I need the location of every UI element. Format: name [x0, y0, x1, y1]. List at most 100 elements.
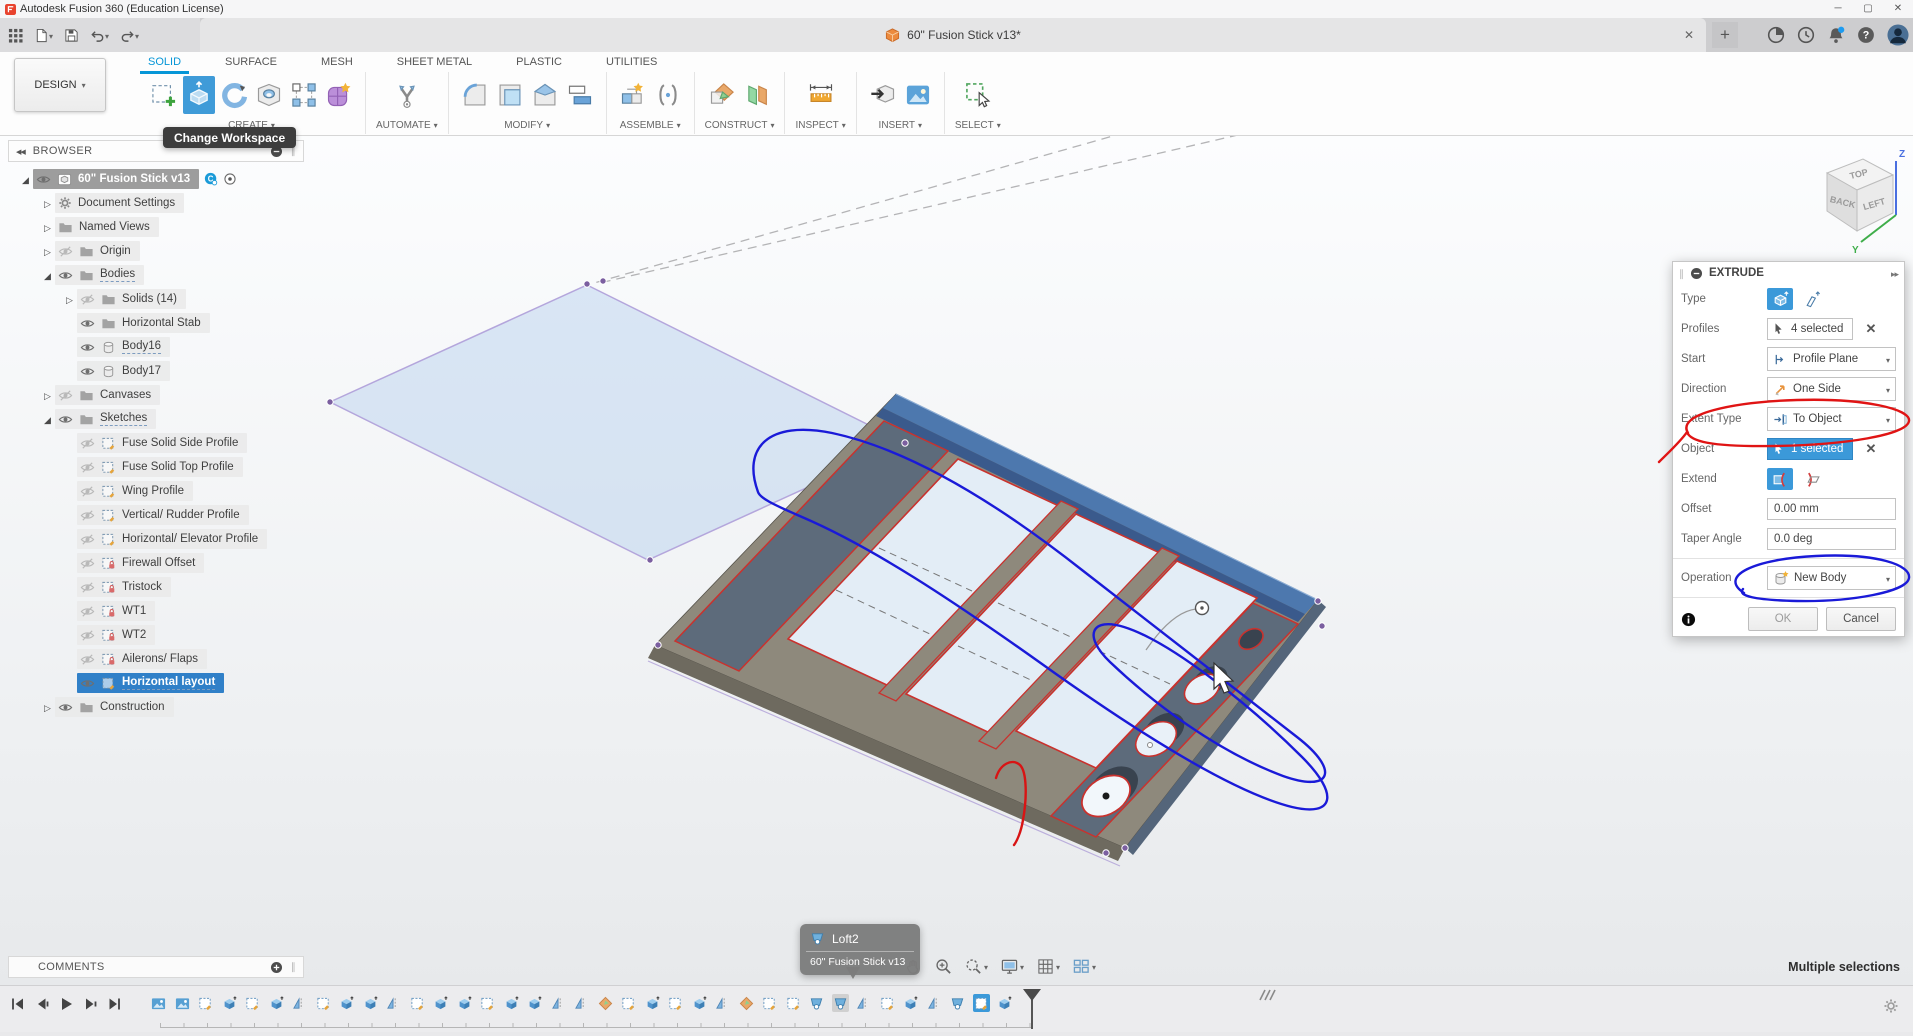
collapse-arrow-icon[interactable] [40, 266, 55, 284]
dropdown-caret-icon[interactable] [1886, 569, 1890, 587]
workspace-tab-mesh[interactable]: MESH [319, 54, 355, 74]
collapse-arrow-icon[interactable] [18, 170, 33, 188]
timeline-item-extrude[interactable] [221, 994, 238, 1012]
fillet-button[interactable] [459, 76, 491, 114]
dialog-grip-icon[interactable] [1679, 264, 1684, 282]
eye-on-icon[interactable] [58, 700, 73, 715]
eye-off-icon[interactable] [80, 484, 95, 499]
timeline-item-extrude[interactable] [456, 994, 473, 1012]
tree-item[interactable]: Tristock [77, 577, 171, 597]
tree-item[interactable]: Named Views [55, 217, 159, 237]
grid-icon-button[interactable] [1037, 957, 1060, 975]
timeline-item-sketch[interactable] [785, 994, 802, 1012]
tree-row-vertical-rudder-profile[interactable]: Vertical/ Rudder Profile [8, 503, 304, 527]
undo-button[interactable] [90, 26, 109, 44]
dropdown-caret-icon[interactable] [1886, 410, 1890, 428]
tree-row-bodies[interactable]: Bodies [8, 263, 304, 287]
eye-off-icon[interactable] [80, 292, 95, 307]
caret-down-icon[interactable] [1056, 957, 1060, 975]
eye-off-icon[interactable] [80, 580, 95, 595]
dialog-dock-icon[interactable] [1891, 264, 1898, 282]
timeline-item-loft[interactable] [832, 994, 849, 1012]
extend-faces-option[interactable] [1767, 468, 1793, 490]
tree-row-origin[interactable]: Origin [8, 239, 304, 263]
timeline-item-extrude[interactable] [644, 994, 661, 1012]
tree-row-horizontal-stab[interactable]: Horizontal Stab [8, 311, 304, 335]
eye-off-icon[interactable] [80, 508, 95, 523]
tree-item[interactable]: Horizontal Stab [77, 313, 210, 333]
help-icon[interactable]: ? [1857, 26, 1875, 44]
workspace-tab-surface[interactable]: SURFACE [223, 54, 279, 74]
extrude-dialog[interactable]: EXTRUDE TypeProfiles4 selectedStartProfi… [1672, 261, 1905, 637]
construction-plane-button[interactable] [706, 76, 738, 114]
tree-row-horizontal-elevator-profile[interactable]: Horizontal/ Elevator Profile [8, 527, 304, 551]
tree-row-wt1[interactable]: WT1 [8, 599, 304, 623]
timeline-item-sketch[interactable] [197, 994, 214, 1012]
extrude-solid-option[interactable] [1767, 288, 1793, 310]
info-icon[interactable] [1681, 612, 1696, 627]
dropdown-caret-icon[interactable] [1886, 380, 1890, 398]
eye-on-icon[interactable] [58, 412, 73, 427]
eye-off-icon[interactable] [80, 436, 95, 451]
tree-row-construction[interactable]: Construction [8, 695, 304, 719]
tree-row-body17[interactable]: Body17 [8, 359, 304, 383]
save-button[interactable] [64, 28, 79, 43]
view-cube[interactable]: TOP BACK LEFT Z Y [1805, 143, 1905, 258]
tree-item[interactable]: Wing Profile [77, 481, 193, 501]
offset-plane-button[interactable] [741, 76, 773, 114]
collapse-arrow-icon[interactable] [40, 410, 55, 428]
timeline-item-sketch[interactable] [620, 994, 637, 1012]
eye-off-icon[interactable] [58, 388, 73, 403]
canvas-insert-button[interactable] [902, 76, 934, 114]
extent-type-dropdown[interactable]: To Object [1767, 407, 1896, 431]
step-forward-button[interactable] [82, 996, 98, 1012]
timeline-item-extrude[interactable] [691, 994, 708, 1012]
timeline-item-sketch[interactable] [761, 994, 778, 1012]
caret-down-icon[interactable] [105, 26, 109, 44]
tree-item[interactable]: Canvases [55, 385, 160, 405]
ok-button[interactable]: OK [1748, 607, 1818, 631]
document-tab[interactable]: 60" Fusion Stick v13* [200, 18, 1706, 52]
timeline-item-sketch[interactable] [973, 994, 990, 1012]
tree-row-fuse-solid-side-profile[interactable]: Fuse Solid Side Profile [8, 431, 304, 455]
timeline-item-sketch[interactable] [479, 994, 496, 1012]
extensions-icon[interactable] [1767, 26, 1785, 44]
badge-radio-icon[interactable] [223, 172, 237, 186]
dialog-collapse-icon[interactable] [1690, 267, 1703, 280]
3d-viewport[interactable]: BROWSER 60" Fusion Stick v13CDocument Se… [0, 135, 1913, 985]
tree-item[interactable]: WT2 [77, 625, 155, 645]
tree-row-named-views[interactable]: Named Views [8, 215, 304, 239]
timeline-item-sketch[interactable] [879, 994, 896, 1012]
tree-item[interactable]: Origin [55, 241, 140, 261]
eye-on-icon[interactable] [58, 268, 73, 283]
tree-item[interactable]: Firewall Offset [77, 553, 204, 573]
tree-item[interactable]: Sketches [55, 409, 156, 429]
eye-on-icon[interactable] [36, 172, 51, 187]
tree-item[interactable]: WT1 [77, 601, 155, 621]
dropdown-caret-icon[interactable] [1886, 350, 1890, 368]
clear-selection-icon[interactable] [1865, 321, 1876, 337]
eye-off-icon[interactable] [80, 532, 95, 547]
dialog-header[interactable]: EXTRUDE [1673, 262, 1904, 284]
tree-row-ailerons-flaps[interactable]: Ailerons/ Flaps [8, 647, 304, 671]
ribbon-group-dropdown[interactable]: INSPECT [795, 120, 845, 131]
extend-adjacent-option[interactable] [1799, 468, 1825, 490]
workspace-tab-solid[interactable]: SOLID [146, 54, 183, 74]
ribbon-group-dropdown[interactable]: AUTOMATE [376, 120, 438, 131]
workspace-tab-utilities[interactable]: UTILITIES [604, 54, 659, 74]
profiles-selection-chip[interactable]: 4 selected [1767, 318, 1853, 340]
skip-end-button[interactable] [106, 996, 122, 1012]
display-monitor-button[interactable] [1001, 957, 1024, 975]
timeline-item-mirror[interactable] [714, 994, 731, 1012]
tree-row-horizontal-layout[interactable]: Horizontal layout [8, 671, 304, 695]
select-tool-button[interactable] [962, 76, 994, 114]
redo-button[interactable] [120, 26, 139, 44]
eye-on-icon[interactable] [80, 676, 95, 691]
minimize-button[interactable] [1823, 0, 1853, 18]
workspace-tab-plastic[interactable]: PLASTIC [514, 54, 564, 74]
draft-button[interactable] [529, 76, 561, 114]
play-button[interactable] [58, 996, 74, 1012]
rectangular-pattern-button[interactable] [288, 76, 320, 114]
caret-down-icon[interactable] [1092, 957, 1096, 975]
expand-arrow-icon[interactable] [40, 194, 55, 212]
